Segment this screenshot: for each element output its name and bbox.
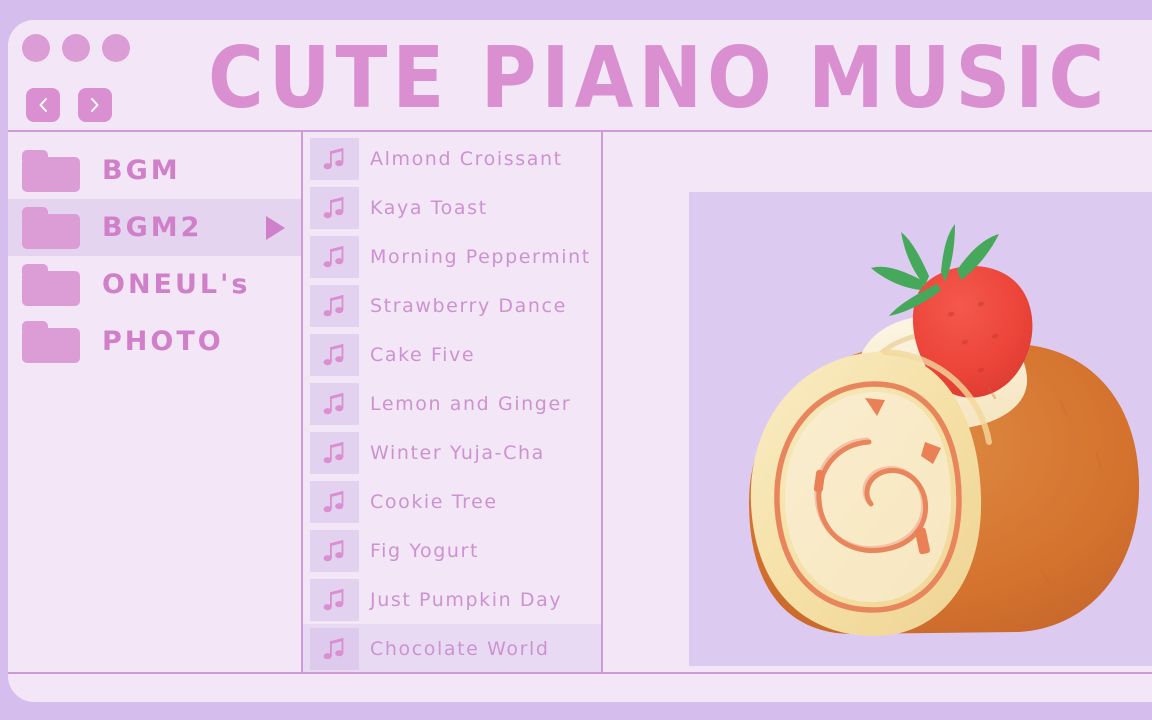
- preview-pane: [603, 132, 1152, 672]
- bottom-divider: [8, 672, 1152, 674]
- music-note-icon: [310, 333, 359, 376]
- track-title: Morning Peppermint: [370, 245, 591, 268]
- track-title: Fig Yogurt: [370, 539, 479, 562]
- track-title: Chocolate World: [370, 637, 550, 660]
- music-note-icon: [310, 284, 359, 327]
- sidebar-item-oneuls[interactable]: ONEUL's: [8, 256, 301, 313]
- sidebar-item-bgm[interactable]: BGM: [8, 142, 301, 199]
- title-bar: CUTE PIANO MUSIC: [8, 20, 1152, 130]
- track-list-item[interactable]: Kaya Toast: [303, 183, 601, 232]
- music-note-icon: [310, 235, 359, 278]
- track-title: Almond Croissant: [370, 147, 563, 170]
- track-list-item[interactable]: Fig Yogurt: [303, 526, 601, 575]
- chevron-right-icon: [88, 97, 102, 113]
- music-note-icon: [310, 627, 359, 670]
- track-title: Kaya Toast: [370, 196, 488, 219]
- track-title: Strawberry Dance: [370, 294, 567, 317]
- track-list-item[interactable]: Strawberry Dance: [303, 281, 601, 330]
- track-list-item[interactable]: Just Pumpkin Day: [303, 575, 601, 624]
- track-list-item[interactable]: Chocolate World: [303, 624, 601, 673]
- track-list-item[interactable]: Winter Yuja-Cha: [303, 428, 601, 477]
- back-button[interactable]: [26, 88, 60, 122]
- track-list-item[interactable]: Cookie Tree: [303, 477, 601, 526]
- track-title: Cookie Tree: [370, 490, 498, 513]
- app-window: CUTE PIANO MUSIC BGM BGM2 ONEUL's PHOTO …: [8, 20, 1152, 702]
- music-note-icon: [310, 382, 359, 425]
- sidebar-item-label: BGM: [102, 155, 181, 186]
- window-dot-2[interactable]: [62, 34, 90, 62]
- track-list-item[interactable]: Lemon and Ginger: [303, 379, 601, 428]
- track-title: Just Pumpkin Day: [370, 588, 563, 611]
- sidebar-item-bgm2[interactable]: BGM2: [8, 199, 301, 256]
- music-note-icon: [310, 480, 359, 523]
- music-note-icon: [310, 578, 359, 621]
- track-list-item[interactable]: Morning Peppermint: [303, 232, 601, 281]
- music-note-icon: [310, 137, 359, 180]
- album-artwork[interactable]: [689, 192, 1152, 666]
- folder-icon: [22, 320, 80, 363]
- sidebar: BGM BGM2 ONEUL's PHOTO: [8, 132, 301, 672]
- track-list: Almond Croissant Kaya Toast Morning Pepp…: [303, 132, 601, 673]
- folder-icon: [22, 263, 80, 306]
- track-title: Cake Five: [370, 343, 476, 366]
- sidebar-item-label: PHOTO: [102, 326, 224, 357]
- music-note-icon: [310, 186, 359, 229]
- folder-icon: [22, 206, 80, 249]
- track-title: Lemon and Ginger: [370, 392, 572, 415]
- folder-icon: [22, 149, 80, 192]
- sidebar-item-photo[interactable]: PHOTO: [8, 313, 301, 370]
- screen: CUTE PIANO MUSIC BGM BGM2 ONEUL's PHOTO …: [0, 0, 1152, 720]
- play-triangle-icon: [266, 215, 285, 240]
- track-list-item[interactable]: Almond Croissant: [303, 134, 601, 183]
- forward-button[interactable]: [78, 88, 112, 122]
- music-note-icon: [310, 431, 359, 474]
- sidebar-item-label: ONEUL's: [102, 269, 251, 300]
- main-content: BGM BGM2 ONEUL's PHOTO Almond Croissant …: [8, 132, 1152, 673]
- track-title: Winter Yuja-Cha: [370, 441, 545, 464]
- sidebar-item-label: BGM2: [102, 212, 203, 243]
- chevron-left-icon: [36, 97, 50, 113]
- page-title: CUTE PIANO MUSIC: [208, 27, 1110, 128]
- music-note-icon: [310, 529, 359, 572]
- window-dot-3[interactable]: [102, 34, 130, 62]
- window-dot-1[interactable]: [22, 34, 50, 62]
- window-controls: [22, 34, 130, 62]
- navigation-buttons: [26, 88, 112, 122]
- track-list-item[interactable]: Cake Five: [303, 330, 601, 379]
